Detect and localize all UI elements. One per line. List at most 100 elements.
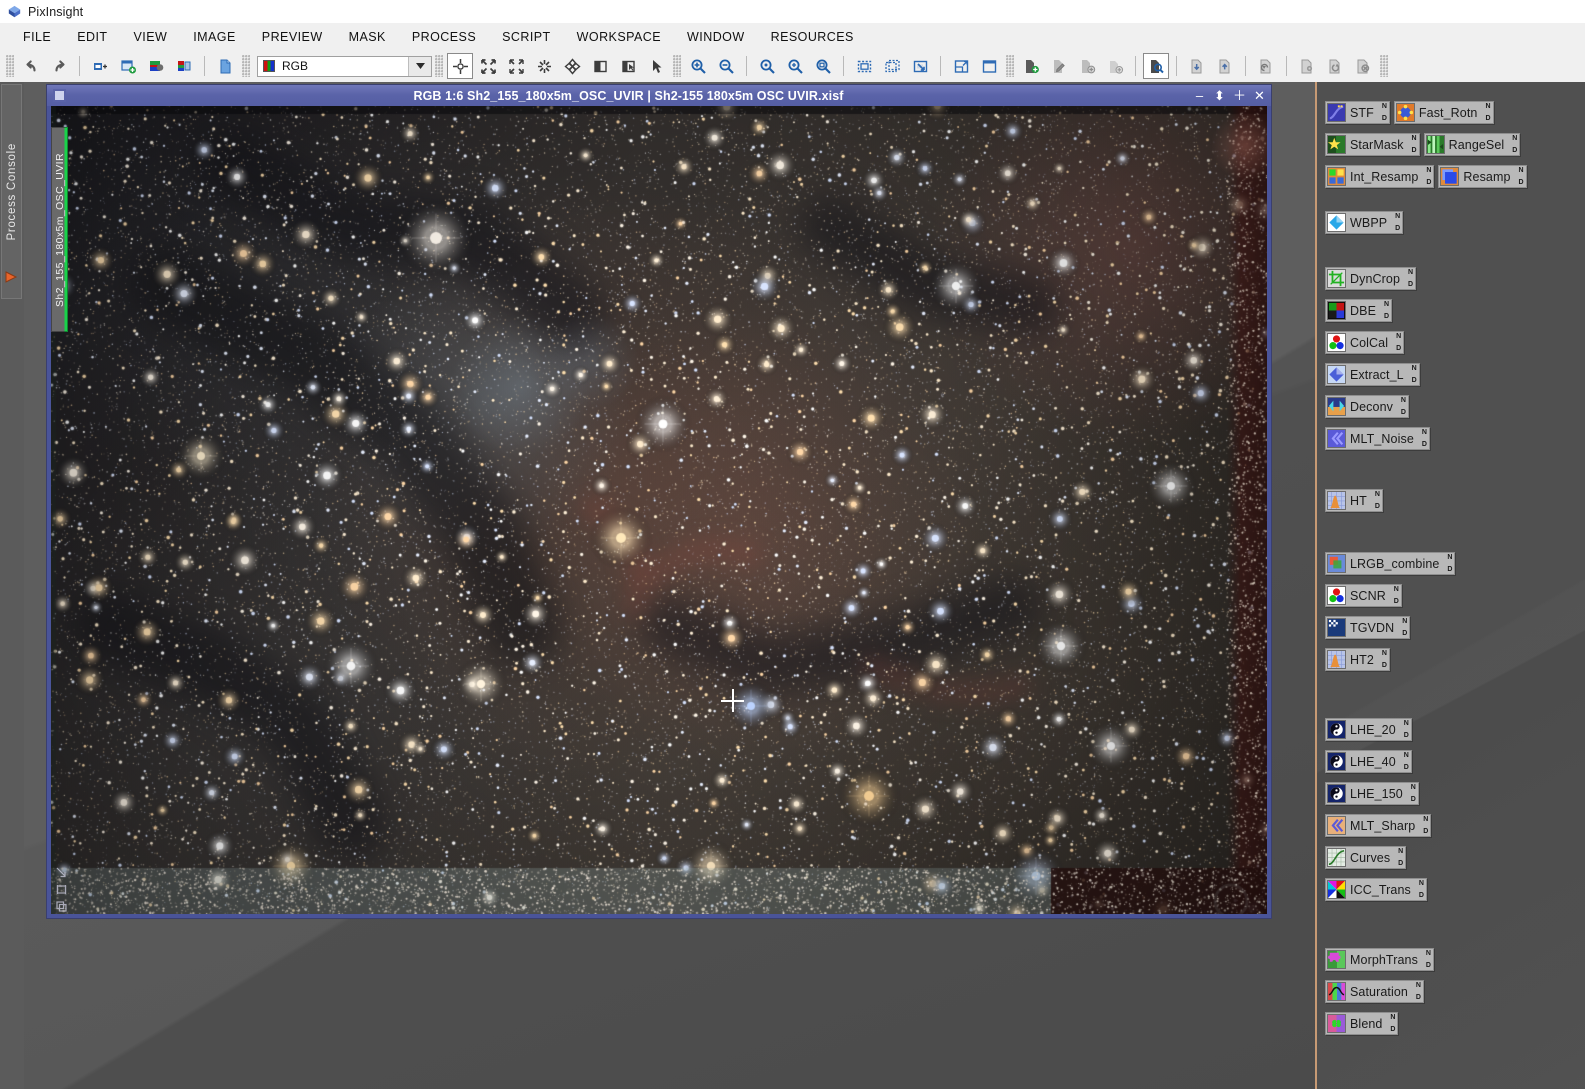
zoom-fit-window-icon[interactable]: [810, 53, 836, 79]
process-icon-colcal[interactable]: ColCal N D: [1325, 331, 1405, 354]
preview-toggle-icon[interactable]: [587, 53, 613, 79]
astro-image-canvas[interactable]: [51, 106, 1267, 914]
file-explorer-icon[interactable]: [1143, 53, 1169, 79]
preview-select-icon[interactable]: [615, 53, 641, 79]
shade-button[interactable]: ⬍: [1211, 87, 1228, 104]
zoom-actual-icon[interactable]: [754, 53, 780, 79]
import-icon[interactable]: [1184, 53, 1210, 79]
menu-image[interactable]: IMAGE: [180, 26, 249, 48]
toolbar-grip[interactable]: [242, 55, 250, 77]
maximize-button[interactable]: ＋: [1231, 87, 1248, 104]
process-icon-dyncrop[interactable]: DynCrop N D: [1325, 267, 1417, 290]
image-window[interactable]: RGB 1:6 Sh2_155_180x5m_OSC_UVIR | Sh2-15…: [47, 85, 1271, 918]
process-icon-deconv[interactable]: Deconv N D: [1325, 395, 1409, 418]
settings-file-icon[interactable]: [1294, 53, 1320, 79]
undo-icon[interactable]: [18, 53, 44, 79]
process-icon-resamp[interactable]: Resamp N D: [1438, 165, 1527, 188]
process-icon-lhe-20[interactable]: LHE_20 N D: [1325, 718, 1412, 741]
zoom-fit-icon[interactable]: [475, 53, 501, 79]
maximize-window-icon[interactable]: [976, 53, 1002, 79]
new-document-icon[interactable]: [212, 53, 238, 79]
process-icons-panel[interactable]: STF N D Fast_Rotn N D StarMask N D RangeSel N D Int_…: [1317, 82, 1585, 1089]
sidebar-tab-process-console[interactable]: Process Console: [1, 84, 22, 299]
close-file-icon[interactable]: [1350, 53, 1376, 79]
process-icon-int-resamp[interactable]: Int_Resamp N D: [1325, 165, 1435, 188]
image-viewport[interactable]: Sh2_155_180x5m_OSC_UVIR: [51, 106, 1267, 914]
resize-diagonal-icon[interactable]: [55, 866, 68, 879]
center-view-icon[interactable]: [559, 53, 585, 79]
menu-process[interactable]: PROCESS: [399, 26, 489, 48]
menu-resources[interactable]: RESOURCES: [758, 26, 867, 48]
process-icon-mlt-sharp[interactable]: MLT_Sharp N D: [1325, 814, 1432, 837]
zoom-fit-width-icon[interactable]: [503, 53, 529, 79]
menu-workspace[interactable]: WORKSPACE: [564, 26, 674, 48]
duplicate-image-icon[interactable]: [115, 53, 141, 79]
refresh-icon[interactable]: [1322, 53, 1348, 79]
process-icon-tgvdn[interactable]: TGVDN N D: [1325, 616, 1411, 639]
menu-window[interactable]: WINDOW: [674, 26, 758, 48]
process-icon-row: StarMask N D RangeSel N D: [1325, 133, 1521, 156]
export-icon[interactable]: [1212, 53, 1238, 79]
duplicate-frame-icon[interactable]: [55, 900, 68, 913]
color-space-combo[interactable]: RGB: [257, 55, 432, 77]
zoom-fit-height-icon[interactable]: [531, 53, 557, 79]
redo-icon[interactable]: [46, 53, 72, 79]
save-copy-icon[interactable]: [1102, 53, 1128, 79]
preview-list-icon[interactable]: [879, 53, 905, 79]
process-icon-ht[interactable]: HT N D: [1325, 489, 1383, 512]
process-icon-fast-rotn[interactable]: Fast_Rotn N D: [1393, 101, 1494, 124]
menu-script[interactable]: SCRIPT: [489, 26, 564, 48]
zoom-out-icon[interactable]: [713, 53, 739, 79]
view-tab-sh2-155[interactable]: Sh2_155_180x5m_OSC_UVIR: [51, 127, 68, 332]
zoom-optimal-icon[interactable]: [782, 53, 808, 79]
process-icon-blend[interactable]: Blend N D: [1325, 1012, 1399, 1035]
split-channels-icon[interactable]: [171, 53, 197, 79]
menu-file[interactable]: FILE: [10, 26, 64, 48]
pointer-tool-icon[interactable]: [643, 53, 669, 79]
extract-channels-icon[interactable]: [143, 53, 169, 79]
zoom-in-icon[interactable]: [685, 53, 711, 79]
edit-file-icon[interactable]: [1046, 53, 1072, 79]
minimize-button[interactable]: –: [1191, 87, 1208, 104]
process-icon-mlt-noise[interactable]: MLT_Noise N D: [1325, 427, 1430, 450]
toolbar-grip[interactable]: [1380, 55, 1388, 77]
window-restore-icon[interactable]: [53, 89, 66, 102]
process-icon-curves[interactable]: Curves N D: [1325, 846, 1407, 869]
save-as-icon[interactable]: [1074, 53, 1100, 79]
process-icon-saturation[interactable]: Saturation N D: [1325, 980, 1424, 1003]
pan-tool-icon[interactable]: [447, 53, 473, 79]
menu-preview[interactable]: PREVIEW: [249, 26, 336, 48]
toolbar-grip[interactable]: [673, 55, 681, 77]
menu-view[interactable]: VIEW: [120, 26, 180, 48]
mlt-sharpen-icon: [1327, 816, 1346, 835]
triangle-right-icon[interactable]: [4, 270, 18, 284]
image-window-titlebar[interactable]: RGB 1:6 Sh2_155_180x5m_OSC_UVIR | Sh2-15…: [47, 85, 1271, 106]
preview-frame-icon[interactable]: [55, 883, 68, 896]
close-button[interactable]: ✕: [1251, 87, 1268, 104]
process-icon-icc-trans[interactable]: ICC_Trans N D: [1325, 878, 1427, 901]
toolbar-grip[interactable]: [1006, 55, 1014, 77]
open-file-icon[interactable]: [1018, 53, 1044, 79]
reload-icon[interactable]: [1253, 53, 1279, 79]
process-icon-morphtrans[interactable]: MorphTrans N D: [1325, 948, 1434, 971]
new-image-window-icon[interactable]: [87, 53, 113, 79]
process-icon-wbpp[interactable]: WBPP N D: [1325, 211, 1404, 234]
process-icon-lrgb-combine[interactable]: LRGB_combine N D: [1325, 552, 1456, 575]
process-icon-lhe-40[interactable]: LHE_40 N D: [1325, 750, 1412, 773]
process-icon-stf[interactable]: STF N D: [1325, 101, 1390, 124]
fit-window-icon[interactable]: [948, 53, 974, 79]
process-icon-lhe-150[interactable]: LHE_150 N D: [1325, 782, 1419, 805]
undo-preview-icon[interactable]: [907, 53, 933, 79]
process-icon-extract-l[interactable]: Extract_L N D: [1325, 363, 1420, 386]
process-icon-scnr[interactable]: SCNR N D: [1325, 584, 1402, 607]
process-icon-dbe[interactable]: DBE N D: [1325, 299, 1393, 322]
toolbar-grip[interactable]: [435, 55, 443, 77]
process-icon-starmask[interactable]: StarMask N D: [1325, 133, 1420, 156]
process-icon-ht2[interactable]: HT2 N D: [1325, 648, 1390, 671]
toolbar-grip[interactable]: [6, 55, 14, 77]
new-preview-icon[interactable]: [851, 53, 877, 79]
menu-edit[interactable]: EDIT: [64, 26, 120, 48]
process-icon-rangesel[interactable]: RangeSel N D: [1423, 133, 1521, 156]
chevron-down-icon[interactable]: [408, 56, 431, 76]
menu-mask[interactable]: MASK: [336, 26, 399, 48]
